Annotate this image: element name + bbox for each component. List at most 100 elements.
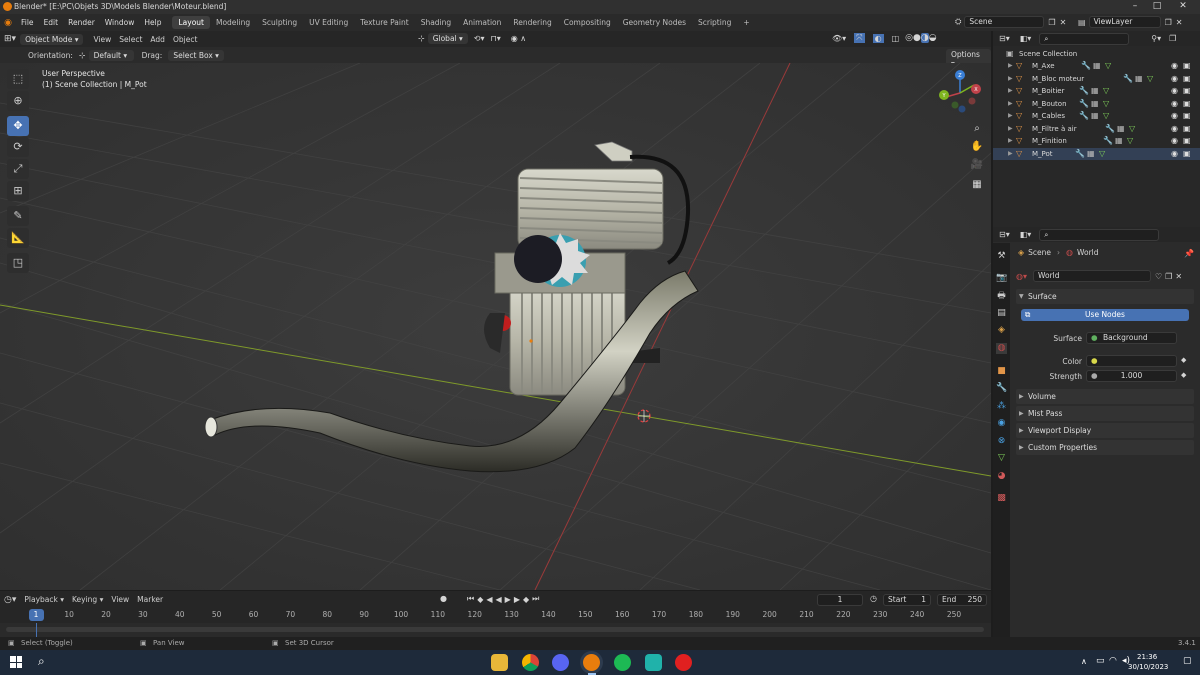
search-icon[interactable]: ⌕ xyxy=(38,654,45,669)
tab-layout[interactable]: Layout xyxy=(172,16,210,29)
surface-panel-header[interactable]: ▼ Surface xyxy=(1016,289,1194,304)
menu-view[interactable]: View xyxy=(89,35,115,44)
custom-properties-panel-header[interactable]: ▶ Custom Properties xyxy=(1016,440,1194,455)
tray-chevron-icon[interactable]: ∧ xyxy=(1081,657,1087,666)
tool-tab-icon[interactable]: ⚒ xyxy=(996,251,1007,262)
volume-panel-header[interactable]: ▶ Volume xyxy=(1016,389,1194,404)
tab-texture-paint[interactable]: Texture Paint xyxy=(354,16,414,29)
network-icon[interactable]: ▭ xyxy=(1096,656,1105,666)
file-explorer-icon[interactable] xyxy=(491,654,508,671)
current-frame-field[interactable]: 1 xyxy=(817,594,863,606)
next-keyframe-icon[interactable]: ▶◆ xyxy=(514,595,532,604)
outliner-item[interactable]: ▶ ▽ M_Finition 🔧 ▦ ▽ ◉ ▣ xyxy=(993,135,1200,148)
notifications-icon[interactable]: ▢ xyxy=(1183,656,1192,666)
pin-icon[interactable]: 📌 xyxy=(1184,249,1194,258)
tab-shading[interactable]: Shading xyxy=(415,16,457,29)
mesh-data-icon[interactable]: ▽ xyxy=(1103,86,1109,95)
menu-file[interactable]: File xyxy=(16,18,39,27)
render-camera-icon[interactable]: ▣ xyxy=(1183,136,1191,145)
youtube-icon[interactable] xyxy=(675,654,692,671)
scene-collection-row[interactable]: ▣ Scene Collection xyxy=(993,48,1200,61)
zoom-icon[interactable]: ⌕ xyxy=(969,121,985,137)
clock-date[interactable]: 30/10/2023 xyxy=(1128,663,1168,671)
tab-rendering[interactable]: Rendering xyxy=(507,16,557,29)
render-camera-icon[interactable]: ▣ xyxy=(1183,124,1191,133)
orientation-dropdown[interactable]: Default ▾ xyxy=(88,49,134,61)
modifier-wrench-icon[interactable]: 🔧 xyxy=(1081,61,1091,70)
new-viewlayer-icon[interactable]: ❐ xyxy=(1165,18,1172,27)
new-scene-icon[interactable]: ❐ xyxy=(1048,18,1055,27)
visibility-eye-icon[interactable]: ◉ xyxy=(1171,86,1178,95)
menu-window[interactable]: Window xyxy=(100,18,140,27)
tab-animation[interactable]: Animation xyxy=(457,16,507,29)
render-camera-icon[interactable]: ▣ xyxy=(1183,149,1191,158)
add-workspace-button[interactable]: + xyxy=(737,16,755,29)
mesh-data-icon[interactable]: ▽ xyxy=(1103,99,1109,108)
jump-start-icon[interactable]: ⏮ xyxy=(467,594,477,604)
modifier-wrench-icon[interactable]: 🔧 xyxy=(1103,136,1113,145)
move-tool-icon[interactable]: ✥ xyxy=(7,116,29,136)
drag-dropdown[interactable]: Select Box ▾ xyxy=(168,49,224,61)
render-camera-icon[interactable]: ▣ xyxy=(1183,99,1191,108)
menu-object[interactable]: Object xyxy=(169,35,201,44)
wireframe-shading-icon[interactable]: ◎ xyxy=(905,33,913,43)
display-mode-icon[interactable]: ◧▾ xyxy=(1020,34,1032,43)
xray-icon[interactable]: ◫ xyxy=(892,34,900,43)
mesh-data-icon[interactable]: ▽ xyxy=(1105,61,1111,70)
timeline-body[interactable] xyxy=(0,623,991,637)
scene-tab-icon[interactable]: ◈ xyxy=(996,325,1007,336)
visibility-eye-icon[interactable]: ◉ xyxy=(1171,74,1178,83)
start-frame-field[interactable]: Start 1 xyxy=(883,594,931,606)
clock-time[interactable]: 21:36 xyxy=(1137,653,1157,661)
transform-orientation-dropdown[interactable]: Global ▾ xyxy=(427,33,468,44)
scene-field[interactable]: Scene xyxy=(964,16,1045,28)
windows-start-icon[interactable] xyxy=(10,656,22,668)
world-browse-icon[interactable]: ◍▾ xyxy=(1016,272,1027,281)
properties-display-icon[interactable]: ◧▾ xyxy=(1020,230,1032,239)
render-camera-icon[interactable]: ▣ xyxy=(1183,86,1191,95)
outliner-item[interactable]: ▶ ▽ M_Boitier 🔧 ▦ ▽ ◉ ▣ xyxy=(993,85,1200,98)
select-tool-icon[interactable]: ⬚ xyxy=(7,69,29,89)
uv-map-icon[interactable]: ▦ xyxy=(1117,124,1125,133)
outliner-item[interactable]: ▶ ▽ M_Axe 🔧 ▦ ▽ ◉ ▣ xyxy=(993,60,1200,73)
measure-tool-icon[interactable]: 📐 xyxy=(7,228,29,248)
strength-keyframe-icon[interactable]: ◆ xyxy=(1181,371,1186,379)
preview-range-icon[interactable]: ◷ xyxy=(870,594,877,603)
menu-timeline-view[interactable]: View xyxy=(107,595,133,604)
rendered-shading-icon[interactable]: ◒ xyxy=(929,33,937,43)
minimize-button[interactable]: – xyxy=(1126,1,1144,13)
unlink-world-icon[interactable]: ✕ xyxy=(1175,272,1182,281)
mesh-data-icon[interactable]: ▽ xyxy=(1147,74,1153,83)
properties-editor-icon[interactable]: ⊟▾ xyxy=(999,230,1010,239)
strength-field[interactable]: ● 1.000 xyxy=(1086,370,1177,382)
timeline-editor-icon[interactable]: ◷▾ xyxy=(0,595,20,605)
modifier-wrench-icon[interactable]: 🔧 xyxy=(1123,74,1133,83)
render-camera-icon[interactable]: ▣ xyxy=(1183,111,1191,120)
wifi-icon[interactable]: ◠ xyxy=(1109,656,1117,666)
modifiers-tab-icon[interactable]: 🔧 xyxy=(996,383,1007,394)
visibility-icon[interactable]: 👁▾ xyxy=(832,34,846,43)
uv-map-icon[interactable]: ▦ xyxy=(1091,99,1099,108)
blender-taskbar-icon[interactable] xyxy=(583,654,600,671)
perspective-toggle-icon[interactable]: ▦ xyxy=(969,177,985,193)
modifier-wrench-icon[interactable]: 🔧 xyxy=(1079,86,1089,95)
render-camera-icon[interactable]: ▣ xyxy=(1183,61,1191,70)
color-keyframe-icon[interactable]: ◆ xyxy=(1181,356,1186,364)
3d-viewport[interactable]: Z Y X User Perspective (1) Scene Collect… xyxy=(0,63,991,590)
new-collection-icon[interactable]: ❐ xyxy=(1169,34,1176,43)
tab-uv-editing[interactable]: UV Editing xyxy=(303,16,354,29)
menu-marker[interactable]: Marker xyxy=(133,595,167,604)
tab-sculpting[interactable]: Sculpting xyxy=(256,16,303,29)
tab-modeling[interactable]: Modeling xyxy=(210,16,256,29)
filter-icon[interactable]: ⚲▾ xyxy=(1151,34,1161,43)
mist-pass-panel-header[interactable]: ▶ Mist Pass xyxy=(1016,406,1194,421)
modifier-wrench-icon[interactable]: 🔧 xyxy=(1105,124,1115,133)
uv-map-icon[interactable]: ▦ xyxy=(1091,111,1099,120)
editor-type-icon[interactable]: ⊞▾ xyxy=(0,34,20,44)
render-tab-icon[interactable]: 📷 xyxy=(996,273,1007,284)
new-world-icon[interactable]: ❐ xyxy=(1165,272,1172,281)
outliner-item[interactable]: ▶ ▽ M_Bloc moteur 🔧 ▦ ▽ ◉ ▣ xyxy=(993,73,1200,86)
uv-map-icon[interactable]: ▦ xyxy=(1135,74,1143,83)
expand-arrow-icon[interactable]: ▶ xyxy=(1008,62,1013,69)
physics-tab-icon[interactable]: ◉ xyxy=(996,418,1007,429)
